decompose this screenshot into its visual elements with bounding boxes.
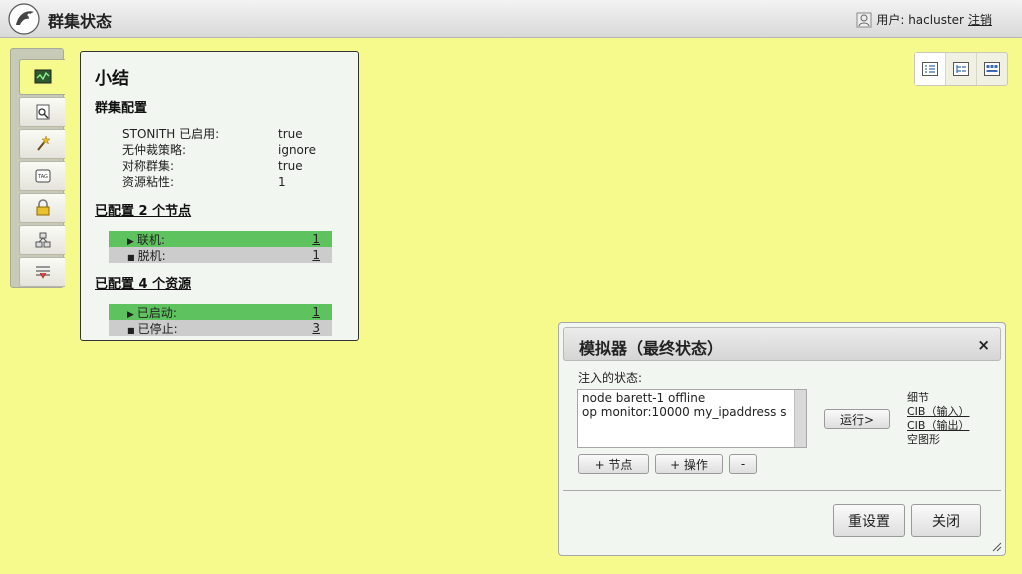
resources-configured-link[interactable]: 已配置 4 个资源	[95, 273, 344, 292]
resources-started-count[interactable]: 1	[312, 305, 320, 319]
divider	[563, 490, 1001, 491]
injected-state-list[interactable]: node barett-1 offline op monitor:10000 m…	[577, 389, 807, 448]
resources-stopped-label: 已停止:	[127, 320, 178, 337]
summary-panel: 小结 群集配置 STONITH 已启用: true 无仲裁策略: ignore …	[80, 51, 359, 341]
cluster-config-heading: 群集配置	[95, 101, 148, 116]
injected-state-label: 注入的状态:	[578, 371, 643, 385]
tree-view-icon	[953, 62, 969, 76]
config-value: true	[278, 127, 303, 141]
user-label: 用户: hacluster	[876, 13, 964, 27]
cib-output-link[interactable]: CIB（输出）	[907, 419, 969, 433]
resize-grip-icon[interactable]	[992, 542, 1002, 552]
close-button[interactable]: 关闭	[911, 504, 981, 537]
config-row: 对称群集: true	[122, 158, 344, 174]
config-key: 无仲裁策略:	[122, 143, 187, 157]
nodes-offline-row[interactable]: 脱机: 1	[109, 247, 332, 263]
empty-graph-label: 空图形	[907, 433, 940, 446]
monitor-icon	[34, 69, 51, 84]
wand-icon	[36, 135, 51, 151]
simulator-titlebar[interactable]: 模拟器（最终状态） ×	[563, 327, 1001, 361]
config-row: STONITH 已启用: true	[122, 126, 344, 142]
resources-stopped-row[interactable]: 已停止: 3	[109, 320, 332, 336]
nodes-configured-link[interactable]: 已配置 2 个节点	[95, 200, 344, 219]
injected-state-scrollbar[interactable]	[794, 390, 806, 447]
view-list-button[interactable]	[915, 53, 946, 85]
reset-button[interactable]: 重设置	[833, 504, 905, 537]
config-value: ignore	[278, 143, 316, 157]
page-title: 群集状态	[48, 12, 113, 31]
add-node-button[interactable]: + 节点	[578, 454, 649, 474]
details-label: 细节	[907, 391, 929, 404]
config-row: 无仲裁策略: ignore	[122, 142, 344, 158]
toolbar-history-button[interactable]	[19, 257, 65, 287]
config-row: 资源粘性: 1	[122, 174, 344, 190]
logout-link[interactable]: 注销	[968, 11, 992, 28]
magnifier-document-icon	[36, 104, 49, 120]
svg-text:TAG: TAG	[37, 174, 48, 180]
user-box: 用户: hacluster 注销	[856, 11, 992, 28]
cib-input-link[interactable]: CIB（输入）	[907, 405, 969, 419]
config-value: 1	[278, 175, 286, 189]
resource-status-list: 已启动: 1 已停止: 3	[109, 304, 332, 336]
view-switcher	[914, 52, 1008, 86]
nodes-offline-count[interactable]: 1	[312, 248, 320, 262]
resources-started-row[interactable]: 已启动: 1	[109, 304, 332, 320]
view-grid-button[interactable]	[977, 53, 1007, 85]
nodes-online-label: 联机:	[127, 231, 165, 248]
add-operation-button[interactable]: + 操作	[655, 454, 723, 474]
user-icon	[856, 12, 872, 27]
toolbar-search-button[interactable]	[19, 97, 65, 127]
toolbar-wizard-button[interactable]	[19, 129, 65, 159]
tag-icon: TAG	[35, 169, 50, 183]
simulator-dialog: 模拟器（最终状态） × 注入的状态: node barett-1 offline…	[558, 322, 1006, 556]
config-value: true	[278, 159, 303, 173]
toolbar-dashboard-button[interactable]	[19, 225, 65, 255]
simulator-output-links: 细节 CIB（输入） CIB（输出） 空图形	[907, 391, 969, 447]
node-status-list: 联机: 1 脱机: 1	[109, 231, 332, 263]
close-icon[interactable]: ×	[977, 336, 990, 354]
injected-state-item[interactable]: node barett-1 offline	[582, 391, 792, 405]
nodes-online-row[interactable]: 联机: 1	[109, 231, 332, 247]
injected-state-item[interactable]: op monitor:10000 my_ipaddress s	[582, 405, 792, 419]
view-tree-button[interactable]	[946, 53, 977, 85]
grid-view-icon	[984, 62, 1000, 76]
config-key: STONITH 已启用:	[122, 127, 220, 141]
toolbar-tags-button[interactable]: TAG	[19, 161, 65, 191]
resources-started-label: 已启动:	[127, 304, 177, 321]
run-button[interactable]: 运行>	[824, 409, 890, 429]
lock-icon	[36, 199, 49, 216]
nodes-online-count[interactable]: 1	[312, 232, 320, 246]
nodes-icon	[35, 232, 50, 248]
config-key: 资源粘性:	[122, 175, 175, 189]
remove-button[interactable]: -	[729, 454, 757, 474]
logo-icon	[8, 3, 40, 35]
resources-stopped-count[interactable]: 3	[312, 321, 320, 335]
header-bar: 群集状态 用户: hacluster 注销	[0, 0, 1022, 38]
config-table: STONITH 已启用: true 无仲裁策略: ignore 对称群集: tr…	[122, 126, 344, 190]
history-icon	[35, 266, 50, 279]
nodes-offline-label: 脱机:	[127, 247, 166, 264]
simulator-title: 模拟器（最终状态）	[579, 339, 724, 358]
toolbar-access-button[interactable]	[19, 193, 65, 223]
left-toolbar: TAG	[10, 48, 65, 288]
toolbar-monitor-button[interactable]	[19, 59, 65, 95]
config-key: 对称群集:	[122, 159, 175, 173]
list-view-icon	[922, 62, 938, 76]
summary-title: 小结	[95, 69, 129, 89]
